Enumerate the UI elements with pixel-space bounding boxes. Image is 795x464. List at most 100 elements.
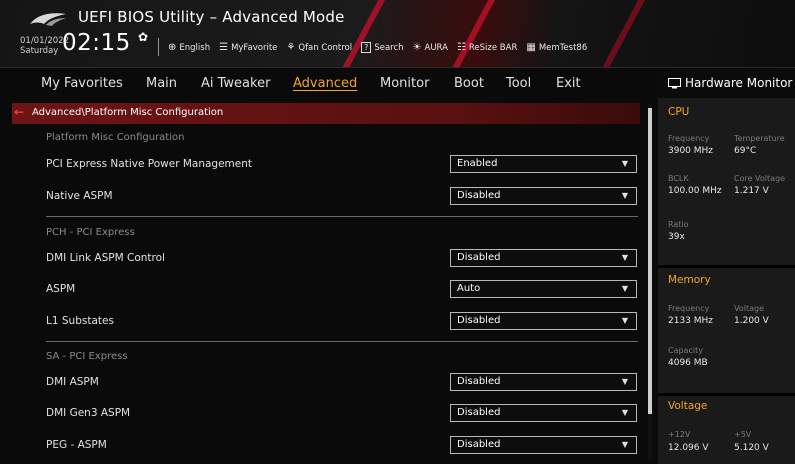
section-divider <box>46 216 638 217</box>
v5-label: +5V <box>734 430 752 439</box>
section-title: SA - PCI Express <box>46 351 128 362</box>
hardware-monitor-label: Hardware Monitor <box>685 76 793 90</box>
setting-label: Native ASPM <box>46 190 113 202</box>
native-aspm-select[interactable]: Disabled ▼ <box>450 187 637 205</box>
myfavorite-icon: ☰ <box>219 42 229 53</box>
chevron-down-icon: ▼ <box>621 440 628 449</box>
memory-voltage-label: Voltage <box>734 304 765 313</box>
tool-label: AURA <box>424 42 448 53</box>
dmi-gen3-aspm-select[interactable]: Disabled ▼ <box>450 404 637 422</box>
chevron-down-icon: ▼ <box>621 191 628 200</box>
memory-frequency-value: 2133 MHz <box>668 316 714 326</box>
core-voltage-value: 1.217 V <box>734 186 769 196</box>
language-button[interactable]: ⊕ English <box>168 42 210 53</box>
header-divider <box>158 38 159 56</box>
aura-button[interactable]: ☀ AURA <box>413 42 448 53</box>
hardware-monitor-title: Hardware Monitor <box>668 76 792 90</box>
select-value: Auto <box>457 283 481 294</box>
tab-exit[interactable]: Exit <box>556 76 581 91</box>
cpu-temperature-value: 69°C <box>734 146 757 156</box>
peg-aspm-select[interactable]: Disabled ▼ <box>450 436 637 454</box>
tab-advanced[interactable]: Advanced <box>293 76 357 91</box>
tab-ai-tweaker[interactable]: Ai Tweaker <box>201 76 270 91</box>
header-decor <box>449 0 497 67</box>
section-divider <box>46 341 638 342</box>
aura-icon: ☀ <box>412 42 422 53</box>
chevron-down-icon: ▼ <box>621 159 628 168</box>
memtest-button[interactable]: ▦ MemTest86 <box>526 42 587 53</box>
voltage-heading: Voltage <box>668 400 708 412</box>
setting-label: DMI Gen3 ASPM <box>46 407 131 419</box>
tab-my-favorites[interactable]: My Favorites <box>41 76 123 91</box>
select-value: Disabled <box>457 439 501 450</box>
hardware-monitor-panel: Hardware Monitor CPU Frequency Temperatu… <box>658 70 795 464</box>
search-icon: ? <box>361 42 372 53</box>
chevron-down-icon: ▼ <box>621 408 628 417</box>
tab-tool[interactable]: Tool <box>506 76 531 91</box>
clock-settings-gear-icon[interactable]: ✿ <box>138 30 148 44</box>
header-bar: UEFI BIOS Utility – Advanced Mode 01/01/… <box>0 0 795 68</box>
ratio-label: Ratio <box>668 220 689 229</box>
tab-main[interactable]: Main <box>146 76 177 91</box>
v5-value: 5.120 V <box>734 443 769 453</box>
qfan-control-button[interactable]: ⚘ Qfan Control <box>286 42 352 53</box>
tab-monitor[interactable]: Monitor <box>380 76 429 91</box>
ratio-value: 39x <box>668 232 685 242</box>
dmi-link-aspm-control-select[interactable]: Disabled ▼ <box>450 249 637 267</box>
globe-icon: ⊕ <box>168 42 177 53</box>
setting-label: PCI Express Native Power Management <box>46 158 253 170</box>
setting-label: L1 Substates <box>46 315 114 327</box>
resize-bar-button[interactable]: ☷ ReSize BAR <box>457 42 517 53</box>
cpu-temperature-label: Temperature <box>734 134 785 143</box>
cpu-frequency-label: Frequency <box>668 134 710 143</box>
setting-label: DMI Link ASPM Control <box>46 252 165 264</box>
main-nav: My Favorites Main Ai Tweaker Advanced Mo… <box>0 70 655 100</box>
voltage-section: Voltage +12V +5V 12.096 V 5.120 V <box>658 396 795 464</box>
select-value: Disabled <box>457 252 501 263</box>
app-title: UEFI BIOS Utility – Advanced Mode <box>78 8 345 26</box>
bclk-label: BCLK <box>668 174 689 183</box>
breadcrumb: ← Advanced\Platform Misc Configuration <box>12 103 640 124</box>
tool-label: MyFavorite <box>231 42 278 53</box>
rog-logo-icon <box>30 13 66 26</box>
v12-label: +12V <box>668 430 691 439</box>
tool-label: Search <box>374 42 404 53</box>
tool-label: English <box>179 42 211 53</box>
aspm-select[interactable]: Auto ▼ <box>450 280 637 298</box>
memory-frequency-label: Frequency <box>668 304 710 313</box>
setting-label: ASPM <box>46 283 76 295</box>
search-button[interactable]: ? Search <box>361 42 404 53</box>
back-arrow-icon[interactable]: ← <box>14 105 24 119</box>
memory-voltage-value: 1.200 V <box>734 316 769 326</box>
memory-section: Memory Frequency Voltage 2133 MHz 1.200 … <box>658 268 795 393</box>
select-value: Disabled <box>457 190 501 201</box>
cpu-section: CPU Frequency Temperature 3900 MHz 69°C … <box>658 98 795 265</box>
tab-boot[interactable]: Boot <box>454 76 484 91</box>
chevron-down-icon: ▼ <box>621 284 628 293</box>
capacity-value: 4096 MB <box>668 358 708 368</box>
resize-bar-icon: ☷ <box>456 42 466 53</box>
dmi-aspm-select[interactable]: Disabled ▼ <box>450 373 637 391</box>
cpu-frequency-value: 3900 MHz <box>668 146 714 156</box>
breadcrumb-path: Advanced\Platform Misc Configuration <box>32 107 224 118</box>
setting-label: PEG - ASPM <box>46 439 107 451</box>
header-decor <box>339 0 387 67</box>
select-value: Disabled <box>457 376 501 387</box>
pcie-native-power-mgmt-select[interactable]: Enabled ▼ <box>450 155 637 173</box>
v12-value: 12.096 V <box>668 443 709 453</box>
myfavorite-button[interactable]: ☰ MyFavorite <box>219 42 277 53</box>
scrollbar-thumb[interactable] <box>648 108 652 414</box>
monitor-icon <box>668 77 681 88</box>
toolbar: ⊕ English ☰ MyFavorite ⚘ Qfan Control ? … <box>168 42 587 53</box>
select-value: Enabled <box>457 158 498 169</box>
memtest-icon: ▦ <box>526 42 536 53</box>
memory-heading: Memory <box>668 274 711 286</box>
tool-label: Qfan Control <box>298 42 353 53</box>
section-title: PCH - PCI Express <box>46 227 135 238</box>
select-value: Disabled <box>457 407 501 418</box>
chevron-down-icon: ▼ <box>621 377 628 386</box>
settings-scrollbar[interactable] <box>648 104 652 460</box>
capacity-label: Capacity <box>668 346 703 355</box>
l1-substates-select[interactable]: Disabled ▼ <box>450 312 637 330</box>
chevron-down-icon: ▼ <box>621 316 628 325</box>
